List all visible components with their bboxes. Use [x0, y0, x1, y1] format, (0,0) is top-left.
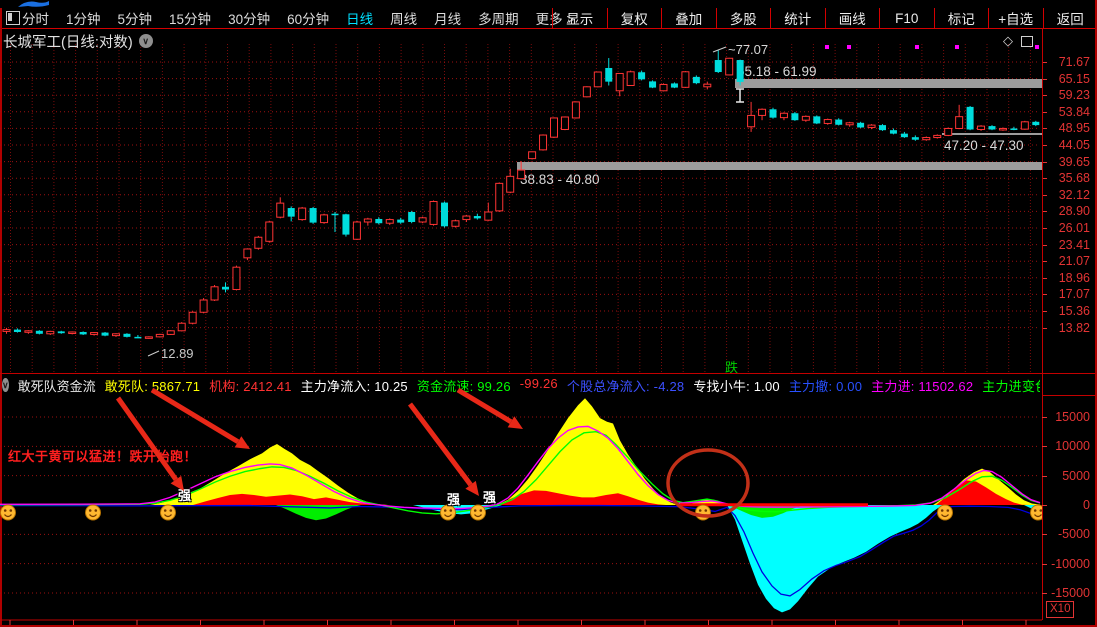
toolbar-button-多股[interactable]: 多股 [715, 8, 771, 28]
toolbar-button-+自选[interactable]: +自选 [988, 8, 1043, 28]
indicator-field: 专找小牛: 1.00 [693, 378, 780, 394]
indicator-field: 个股总净流入: -4.28 [566, 378, 685, 394]
indicator-field: 主力进: 11502.62 [871, 378, 974, 394]
strong-mark: 强 [447, 492, 461, 507]
toolbar-button-叠加[interactable]: 叠加 [661, 8, 716, 28]
value-axis-tick [1042, 563, 1047, 565]
period-tab-周线[interactable]: 周线 [390, 8, 417, 28]
indicator-value-axis: 15000 10000 5000 0 -5000 -10000 -15000 [1042, 0, 1095, 627]
smiley-emoji [0, 504, 16, 521]
chevron-down-icon[interactable]: ∨ [138, 34, 153, 48]
period-tab-1分钟[interactable]: 1分钟 [66, 8, 101, 28]
candlestick-chart[interactable]: 65.18 - 61.99 47.20 - 47.30 38.83 - 40.80 ~… [0, 28, 1042, 373]
value-axis-label: -10000 [1051, 556, 1090, 571]
diamond-icon[interactable]: ◇ [1003, 33, 1013, 49]
toolbar-button-标记[interactable]: 标记 [933, 8, 989, 28]
value-axis-label: 5000 [1062, 468, 1090, 483]
smiley-emoji [695, 504, 711, 521]
period-tab-月线[interactable]: 月线 [434, 8, 461, 28]
period-tab-分时[interactable]: 分时 [22, 8, 49, 28]
indicator-field: -99.26 [519, 375, 558, 391]
period-tab-30分钟[interactable]: 30分钟 [228, 8, 270, 28]
toolbar-buttons: 显示 复权 叠加 多股 统计 画线 F10 标记 +自选 返回 [552, 8, 1097, 28]
panel-divider [0, 373, 1097, 374]
indicator-field: 资金流速: 99.26 [416, 378, 511, 394]
chart-corner-icons: ◇ [1003, 33, 1033, 49]
fund-flow-chart[interactable] [0, 396, 1042, 627]
indicator-field: 机构: 2412.41 [209, 378, 292, 394]
period-tab-5分钟[interactable]: 5分钟 [118, 8, 153, 28]
period-tabs: 分时 1分钟 5分钟 15分钟 30分钟 60分钟 日线 周线 月线 多周期 更多 > [22, 9, 574, 27]
value-axis-label: 10000 [1055, 439, 1090, 454]
indicator-field: 敢死队: 5867.71 [104, 378, 201, 394]
value-axis-tick [1042, 593, 1047, 594]
price-zone-label: 65.18 - 61.99 [737, 64, 817, 79]
indicator-field: 主力进变色: - [982, 378, 1040, 394]
indicator-header: ∨ 敢死队资金流 敢死队: 5867.71 机构: 2412.41 主力净流入: 1… [2, 375, 1040, 395]
value-axis-tick [1042, 446, 1047, 448]
indicator-field: 主力净流入: 10.25 [300, 378, 408, 394]
smiley-emoji [85, 504, 101, 521]
trading-app-window: 分时 1分钟 5分钟 15分钟 30分钟 60分钟 日线 周线 月线 多周期 更多 > 显示 复权 叠加… [0, 0, 1097, 627]
user-note-text: 红大于黄可以猛进！跌开始跑！ [8, 449, 198, 464]
indicator-values: 敢死队: 5867.71 机构: 2412.41 主力净流入: 10.25 资金流速:… [105, 376, 1040, 395]
period-tab-15分钟[interactable]: 15分钟 [169, 8, 211, 28]
chevron-down-icon[interactable]: ∨ [2, 378, 9, 392]
value-axis-tick [1042, 505, 1047, 506]
window-icon[interactable] [6, 11, 20, 25]
smiley-emoji [160, 504, 176, 521]
period-tab-日线[interactable]: 日线 [346, 8, 373, 28]
value-axis-label: -15000 [1051, 586, 1090, 600]
period-tab-多周期[interactable]: 多周期 [478, 8, 519, 28]
fall-label: 跌 [725, 360, 738, 373]
toolbar-button-复权[interactable]: 复权 [606, 8, 662, 28]
value-axis-label: 0 [1083, 498, 1090, 512]
value-axis-label: 15000 [1055, 409, 1090, 424]
value-axis-tick [1042, 416, 1047, 418]
smiley-emoji [937, 504, 953, 521]
low-price-label: 12.89 [161, 346, 194, 361]
toolbar-button-显示[interactable]: 显示 [552, 8, 607, 28]
peak-price-label: ~77.07 [728, 42, 768, 57]
toolbar-button-画线[interactable]: 画线 [824, 8, 880, 28]
toolbar-button-统计[interactable]: 统计 [770, 8, 825, 28]
value-axis-tick [1042, 475, 1047, 477]
smiley-emoji [470, 504, 486, 521]
strong-mark: 强 [483, 490, 497, 505]
indicator-field: 主力撤: 0.00 [788, 378, 863, 394]
toolbar: 分时 1分钟 5分钟 15分钟 30分钟 60分钟 日线 周线 月线 多周期 更多 > 显示 复权 叠加… [0, 0, 1097, 29]
chart-titlebar: 长城军工(日线:对数) ∨ [3, 32, 153, 51]
indicator-name[interactable]: 敢死队资金流 [18, 376, 96, 395]
period-tab-60分钟[interactable]: 60分钟 [287, 8, 329, 28]
toolbar-button-F10[interactable]: F10 [879, 8, 934, 28]
strong-mark: 强 [178, 488, 192, 503]
value-axis-tick [1042, 534, 1047, 536]
value-axis-label: -5000 [1058, 527, 1090, 542]
chart-title: 长城军工(日线:对数) [3, 34, 133, 51]
broker-logo-icon [18, 1, 49, 7]
restore-window-icon[interactable] [1021, 35, 1033, 47]
multiplier-badge: X10 [1046, 601, 1075, 618]
price-zone-label: 47.20 - 47.30 [944, 138, 1024, 153]
price-zone-label: 38.83 - 40.80 [520, 172, 600, 187]
smiley-emoji [1030, 504, 1042, 521]
